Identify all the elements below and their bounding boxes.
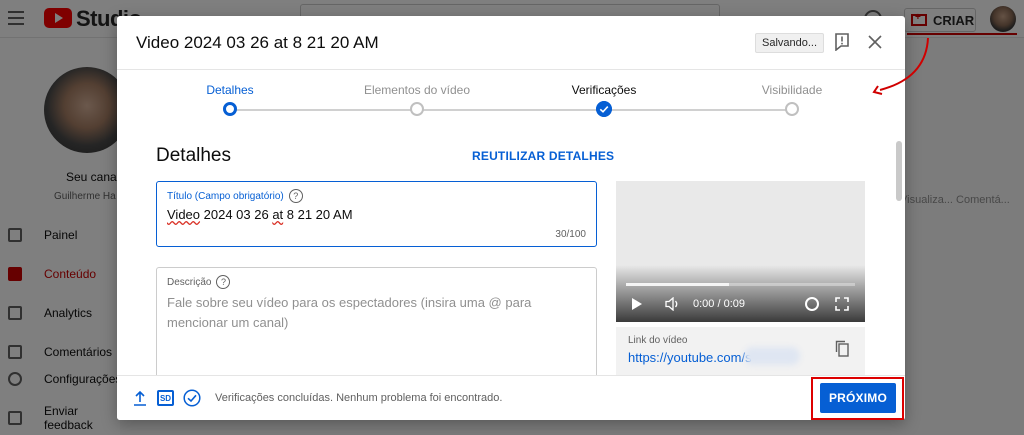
video-link-label: Link do vídeo	[628, 335, 688, 346]
help-icon[interactable]: ?	[216, 275, 231, 289]
description-field-label-text: Descrição	[167, 276, 212, 288]
sd-quality-icon: SD	[157, 390, 174, 406]
title-char-count: 30/100	[555, 229, 586, 240]
step-video-elements[interactable]: Elementos do vídeo	[357, 71, 477, 97]
step-visibility[interactable]: Visibilidade	[747, 71, 837, 97]
play-icon[interactable]	[632, 298, 642, 310]
help-icon[interactable]: ?	[288, 189, 303, 203]
annotation-highlight-box	[811, 377, 904, 420]
dialog-title: Video 2024 03 26 at 8 21 20 AM	[136, 33, 379, 52]
description-input[interactable]: Fale sobre seu vídeo para os espectadore…	[167, 293, 577, 333]
fullscreen-icon[interactable]	[835, 297, 849, 311]
dialog-header: Video 2024 03 26 at 8 21 20 AM Salvando.…	[117, 16, 905, 70]
step-details-dot[interactable]	[223, 102, 237, 116]
annotation-arrow-icon	[872, 37, 929, 95]
step-checks-check-icon[interactable]	[596, 101, 612, 117]
checks-status-text: Verificações concluídas. Nenhum problema…	[215, 392, 503, 404]
player-progress-bar[interactable]	[626, 283, 855, 286]
player-settings-gear-icon[interactable]	[805, 297, 819, 311]
saving-status-badge: Salvando...	[755, 33, 825, 53]
report-feedback-icon[interactable]	[835, 33, 849, 51]
title-input-word: at	[272, 207, 284, 222]
copy-icon[interactable]	[835, 340, 849, 357]
video-link-url[interactable]: https://youtube.com/s	[628, 350, 752, 365]
dialog-scrollbar-thumb[interactable]	[896, 141, 902, 201]
step-visibility-dot[interactable]	[785, 102, 799, 116]
player-controls-gradient	[616, 265, 865, 322]
step-checks[interactable]: Verificações	[559, 71, 649, 97]
step-label: Verificações	[571, 83, 637, 97]
video-preview[interactable]: 0:00 / 0:09	[616, 181, 865, 322]
title-input-word: Video	[167, 207, 201, 222]
step-details[interactable]: Detalhes	[195, 71, 265, 97]
volume-icon[interactable]	[665, 297, 681, 311]
reuse-details-button[interactable]: REUTILIZAR DETALHES	[472, 149, 614, 163]
player-time: 0:00 / 0:09	[693, 298, 745, 310]
step-video-elements-dot[interactable]	[410, 102, 424, 116]
step-label: Elementos do vídeo	[363, 83, 471, 97]
upload-dialog: Video 2024 03 26 at 8 21 20 AM Salvando.…	[117, 16, 905, 420]
step-label: Visibilidade	[761, 83, 823, 97]
checks-complete-icon	[183, 389, 201, 407]
section-title: Detalhes	[156, 145, 231, 166]
step-label: Detalhes	[206, 83, 254, 97]
dialog-scrollbar[interactable]	[896, 141, 902, 376]
player-progress-fill	[626, 283, 730, 286]
dialog-footer: SD Verificações concluídas. Nenhum probl…	[117, 375, 905, 420]
upload-stepper: Detalhes Elementos do vídeo Verificações…	[117, 71, 905, 131]
stepper-track	[230, 109, 792, 111]
title-input[interactable]: Video 2024 03 26 at 8 21 20 AM	[167, 207, 353, 222]
title-field-label: Título (Campo obrigatório) ?	[167, 189, 303, 203]
title-input-word: 2024 03 26	[200, 207, 273, 222]
title-input-word: 8 21 20 AM	[283, 207, 353, 222]
title-field-label-text: Título (Campo obrigatório)	[167, 190, 284, 202]
upload-icon	[134, 390, 146, 406]
description-field-label: Descrição ?	[167, 275, 231, 289]
video-link-redaction	[744, 347, 800, 365]
title-field[interactable]: Título (Campo obrigatório) ? Video 2024 …	[156, 181, 597, 247]
